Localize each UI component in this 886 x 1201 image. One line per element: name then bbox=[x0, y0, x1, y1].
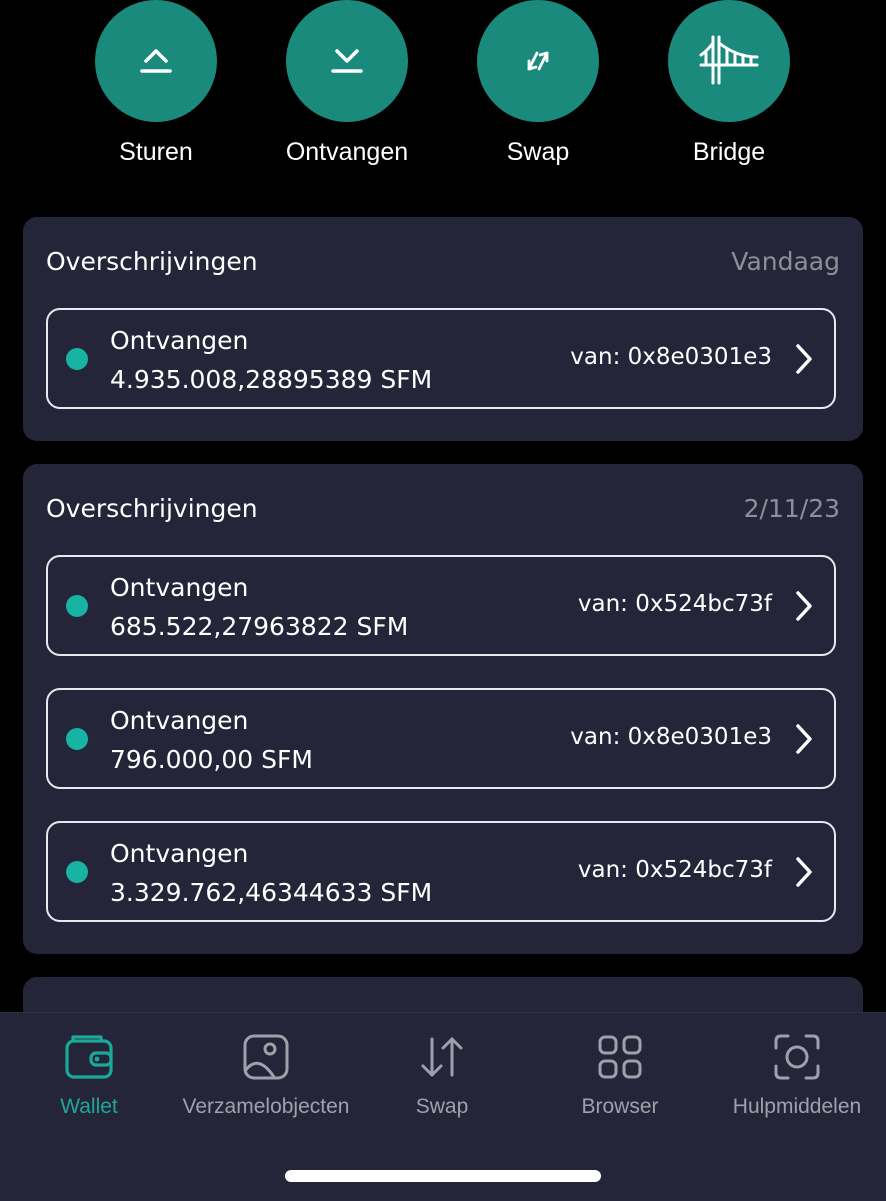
receive-label: Ontvangen bbox=[285, 138, 409, 166]
group-title: Overschrijvingen bbox=[46, 494, 258, 523]
chevron-right-icon bbox=[796, 344, 812, 374]
tab-swap-label: Swap bbox=[415, 1095, 469, 1118]
status-dot bbox=[66, 348, 88, 370]
transaction-sender: van: 0x8e0301e3 bbox=[570, 344, 772, 370]
swap-icon bbox=[527, 51, 549, 71]
status-dot bbox=[66, 595, 88, 617]
tab-collectibles-label: Verzamelobjecten bbox=[182, 1095, 350, 1118]
group-title: Overschrijvingen bbox=[46, 247, 258, 276]
send-action[interactable]: Sturen bbox=[56, 0, 256, 167]
transaction-type: Ontvangen bbox=[110, 573, 249, 602]
transaction-row[interactable]: Ontvangen 3.329.762,46344633 SFM van: 0x… bbox=[46, 821, 836, 922]
transaction-type: Ontvangen bbox=[110, 326, 249, 355]
transaction-row[interactable]: Ontvangen 796.000,00 SFM van: 0x8e0301e3 bbox=[46, 688, 836, 789]
bridge-button[interactable] bbox=[668, 0, 790, 122]
receive-button[interactable] bbox=[286, 0, 408, 122]
transaction-amount: 3.329.762,46344633 SFM bbox=[110, 878, 433, 907]
swap-arrows-icon bbox=[421, 1037, 463, 1077]
tab-wallet[interactable]: Wallet bbox=[0, 1031, 178, 1119]
quick-actions: Sturen Ontvangen Swap Bridge bbox=[0, 0, 886, 200]
group-date: Vandaag bbox=[731, 247, 840, 276]
home-indicator[interactable] bbox=[285, 1170, 601, 1182]
tab-collectibles[interactable]: Verzamelobjecten bbox=[177, 1031, 355, 1119]
chevron-right-icon bbox=[796, 857, 812, 887]
bridge-icon bbox=[699, 35, 759, 85]
tab-swap[interactable]: Swap bbox=[353, 1031, 531, 1119]
group-header: Overschrijvingen 2/11/23 bbox=[46, 494, 840, 523]
transaction-row[interactable]: Ontvangen 4.935.008,28895389 SFM van: 0x… bbox=[46, 308, 836, 409]
transaction-sender: van: 0x524bc73f bbox=[577, 857, 772, 883]
receive-icon bbox=[331, 49, 363, 73]
tab-tools[interactable]: Hulpmiddelen bbox=[708, 1031, 886, 1119]
send-icon bbox=[140, 49, 172, 73]
send-button[interactable] bbox=[95, 0, 217, 122]
receive-action[interactable]: Ontvangen bbox=[247, 0, 447, 167]
transaction-amount: 4.935.008,28895389 SFM bbox=[110, 365, 433, 394]
transaction-type: Ontvangen bbox=[110, 839, 249, 868]
tools-scan-icon bbox=[774, 1034, 820, 1080]
group-date: 2/11/23 bbox=[743, 494, 840, 523]
swap-button[interactable] bbox=[477, 0, 599, 122]
collectibles-icon bbox=[243, 1034, 289, 1080]
status-dot bbox=[66, 728, 88, 750]
send-label: Sturen bbox=[119, 138, 193, 166]
transaction-row[interactable]: Ontvangen 685.522,27963822 SFM van: 0x52… bbox=[46, 555, 836, 656]
bridge-action[interactable]: Bridge bbox=[629, 0, 829, 167]
browser-grid-icon bbox=[598, 1035, 642, 1079]
status-dot bbox=[66, 861, 88, 883]
tab-browser[interactable]: Browser bbox=[531, 1031, 709, 1119]
transaction-amount: 796.000,00 SFM bbox=[110, 745, 313, 774]
bridge-label: Bridge bbox=[692, 138, 766, 166]
swap-action[interactable]: Swap bbox=[438, 0, 638, 167]
swap-label: Swap bbox=[506, 138, 570, 166]
chevron-right-icon bbox=[796, 724, 812, 754]
transfers-group-today: Overschrijvingen Vandaag Ontvangen 4.935… bbox=[23, 217, 863, 441]
chevron-right-icon bbox=[796, 591, 812, 621]
transaction-sender: van: 0x524bc73f bbox=[577, 591, 772, 617]
transaction-type: Ontvangen bbox=[110, 706, 249, 735]
transfers-group-date: Overschrijvingen 2/11/23 Ontvangen 685.5… bbox=[23, 464, 863, 954]
wallet-icon bbox=[65, 1035, 113, 1079]
transaction-amount: 685.522,27963822 SFM bbox=[110, 612, 409, 641]
transaction-sender: van: 0x8e0301e3 bbox=[570, 724, 772, 750]
tab-wallet-label: Wallet bbox=[60, 1095, 118, 1118]
tab-browser-label: Browser bbox=[581, 1095, 659, 1118]
group-header: Overschrijvingen Vandaag bbox=[46, 247, 840, 276]
tab-tools-label: Hulpmiddelen bbox=[732, 1095, 862, 1118]
